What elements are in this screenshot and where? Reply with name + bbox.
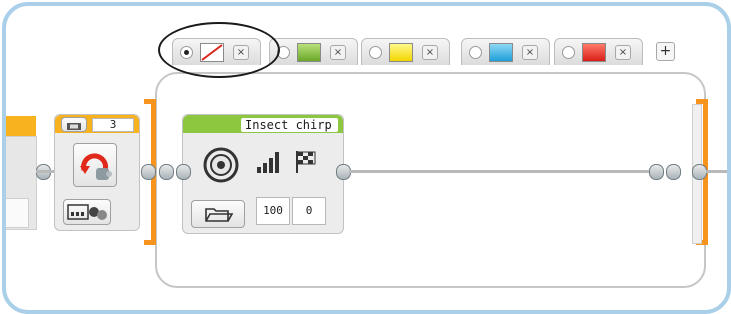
switch-entry-plug[interactable]	[141, 164, 156, 180]
case-tab-yellow[interactable]: ×	[361, 38, 450, 65]
rotate-sensor-block[interactable]: 3	[54, 114, 140, 231]
speaker-icon	[201, 145, 243, 189]
case-default-radio[interactable]	[369, 46, 382, 59]
green-color-icon	[297, 43, 321, 62]
open-folder-icon[interactable]	[191, 200, 245, 228]
switch-bracket-left-bottom	[144, 240, 156, 245]
volume-value[interactable]: 100	[256, 197, 290, 225]
close-case-button[interactable]: ×	[330, 45, 346, 60]
port-selector-icon[interactable]	[63, 199, 111, 225]
highlight-ellipse	[158, 22, 280, 78]
play-type-value[interactable]: 0	[292, 197, 326, 225]
sound-file-name[interactable]: Insect chirp	[245, 118, 332, 132]
volume-icon	[255, 149, 281, 179]
case-tab-green[interactable]: ×	[269, 38, 358, 65]
motor-rotate-icon	[73, 143, 117, 187]
blue-color-icon	[489, 43, 513, 62]
loop-mode-icon[interactable]	[61, 117, 87, 132]
sequence-wire	[706, 170, 727, 173]
case-tab-blue[interactable]: ×	[461, 38, 550, 65]
loop-block-edge	[6, 198, 29, 228]
close-case-button[interactable]: ×	[615, 45, 631, 60]
program-canvas: 3 Insect chirp 100 0 × × × × × +	[2, 2, 731, 314]
case-tab-red[interactable]: ×	[554, 38, 643, 65]
red-color-icon	[582, 43, 606, 62]
yellow-color-icon	[389, 43, 413, 62]
switch-exit-plug[interactable]	[692, 164, 707, 180]
loop-count-value[interactable]: 3	[92, 118, 134, 132]
case-entry-plug[interactable]	[159, 164, 174, 180]
case-default-radio[interactable]	[562, 46, 575, 59]
sound-block-input-plug[interactable]	[176, 164, 191, 180]
add-case-button[interactable]: +	[656, 42, 675, 61]
close-case-button[interactable]: ×	[522, 45, 538, 60]
switch-merge-plug[interactable]	[666, 164, 681, 180]
case-exit-plug[interactable]	[649, 164, 664, 180]
sound-block[interactable]: Insect chirp 100 0	[182, 114, 344, 234]
loop-block-header	[6, 116, 36, 136]
case-default-radio[interactable]	[469, 46, 482, 59]
sequence-wire	[349, 170, 649, 173]
play-type-flag-icon	[293, 149, 319, 179]
close-case-button[interactable]: ×	[422, 45, 438, 60]
